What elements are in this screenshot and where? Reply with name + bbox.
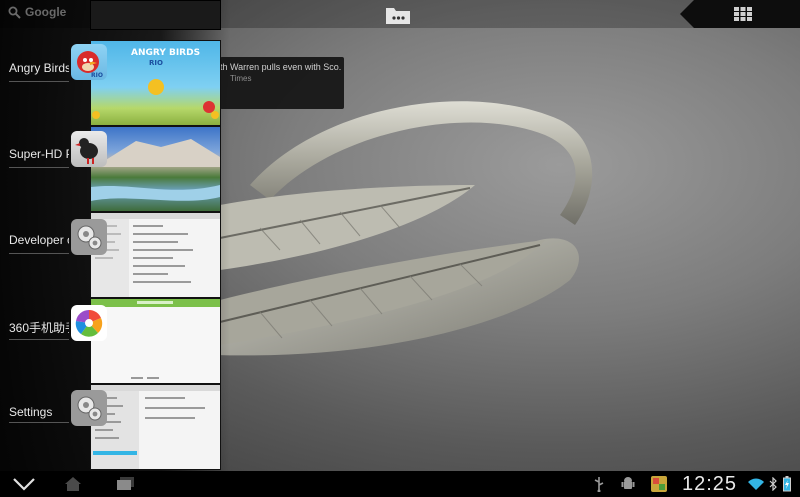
recent-thumbnail[interactable]: ANGRY BIRDS RIO xyxy=(90,40,221,126)
home-button[interactable] xyxy=(58,471,88,497)
chevron-down-icon xyxy=(13,478,35,491)
divider xyxy=(9,339,69,340)
recent-app-label: Super-HD P xyxy=(9,147,69,161)
clock[interactable]: 12:25 xyxy=(682,473,737,496)
app-notification-icon[interactable] xyxy=(648,471,670,497)
android-debug-icon[interactable] xyxy=(618,471,638,497)
usb-icon[interactable] xyxy=(590,471,608,497)
system-bar: 12:25 xyxy=(0,471,800,497)
battery-icon[interactable] xyxy=(780,471,794,497)
divider xyxy=(9,253,69,254)
back-button[interactable] xyxy=(6,471,42,497)
svg-text:RIO: RIO xyxy=(149,59,163,67)
recent-thumbnail-partial[interactable] xyxy=(90,0,221,30)
recent-app-label: 360手机助手 xyxy=(9,321,69,335)
home-icon xyxy=(65,477,81,491)
super-hd-icon xyxy=(71,131,107,167)
recent-thumbnail[interactable] xyxy=(90,384,221,470)
recent-thumbnail[interactable] xyxy=(90,126,221,212)
divider xyxy=(9,422,69,423)
google-search-button[interactable]: Google xyxy=(8,5,66,19)
folder-icon[interactable] xyxy=(384,4,412,30)
svg-text:RIO: RIO xyxy=(91,72,103,79)
360-assistant-icon xyxy=(71,305,107,341)
recent-app-label: Developer o xyxy=(9,233,69,247)
all-apps-button[interactable] xyxy=(680,0,800,28)
apps-grid-icon xyxy=(734,7,752,21)
notification-popup[interactable]: th Warren pulls even with Sco... Times xyxy=(220,57,344,109)
search-icon xyxy=(8,6,21,19)
notification-source: Times xyxy=(230,74,252,83)
search-label: Google xyxy=(25,5,67,19)
recent-apps-icon xyxy=(117,477,134,490)
divider xyxy=(9,167,69,168)
recent-app-label: Settings xyxy=(9,405,53,419)
gear-icon xyxy=(71,219,107,255)
recent-thumbnail[interactable] xyxy=(90,298,221,384)
recent-apps-button[interactable] xyxy=(110,471,140,497)
notification-text: th Warren pulls even with Sco... xyxy=(220,62,342,72)
angry-birds-icon: RIO xyxy=(71,44,107,80)
recent-thumbnail[interactable] xyxy=(90,212,221,298)
divider xyxy=(9,81,69,82)
bluetooth-icon[interactable] xyxy=(766,471,780,497)
svg-text:ANGRY BIRDS: ANGRY BIRDS xyxy=(131,48,200,58)
wifi-icon[interactable] xyxy=(746,471,766,497)
recent-app-label: Angry Birds xyxy=(9,61,69,75)
settings-gear-icon xyxy=(71,390,107,426)
